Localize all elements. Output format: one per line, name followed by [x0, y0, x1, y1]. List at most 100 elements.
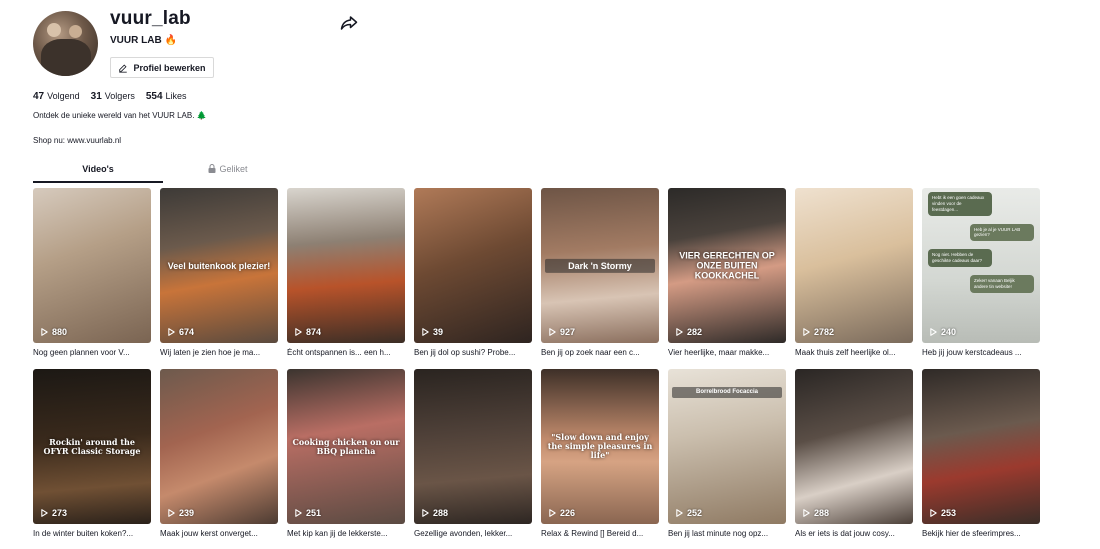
video-card[interactable]: 39 Ben jij dol op sushi? Probe...	[414, 188, 532, 357]
view-count-value: 39	[433, 327, 444, 337]
play-icon	[422, 328, 429, 336]
video-thumbnail[interactable]: 880	[33, 188, 151, 343]
video-caption[interactable]: Maak thuis zelf heerlijke ol...	[795, 348, 913, 357]
play-icon	[803, 328, 810, 336]
profile-nickname: VUUR LAB 🔥	[110, 35, 177, 46]
video-thumbnail[interactable]: Veel buitenkook plezier! 674	[160, 188, 278, 343]
view-count: 239	[168, 508, 194, 518]
video-caption[interactable]: Bekijk hier de sfeerimpres...	[922, 529, 1040, 538]
video-caption[interactable]: Relax & Rewind [] Bereid d...	[541, 529, 659, 538]
video-overlay-text: Rockin' around the OFYR Classic Storage	[43, 436, 141, 456]
followers-stat[interactable]: 31 Volgers	[91, 91, 135, 102]
video-card[interactable]: 288 Gezellige avonden, lekker...	[414, 369, 532, 538]
video-thumbnail[interactable]: 2782	[795, 188, 913, 343]
video-thumbnail[interactable]: Hebt ik een goen cadeaux vinden voor de …	[922, 188, 1040, 343]
chat-bubbles: Hebt ik een goen cadeaux vinden voor de …	[928, 192, 1034, 301]
view-count-value: 927	[560, 327, 576, 337]
view-count-value: 251	[306, 508, 322, 518]
view-count-value: 252	[687, 508, 703, 518]
video-caption[interactable]: Als er iets is dat jouw cosy...	[795, 529, 913, 538]
video-caption[interactable]: Ben jij dol op sushi? Probe...	[414, 348, 532, 357]
video-card[interactable]: 2782 Maak thuis zelf heerlijke ol...	[795, 188, 913, 357]
play-icon	[549, 509, 556, 517]
video-caption[interactable]: Gezellige avonden, lekker...	[414, 529, 532, 538]
view-count-value: 226	[560, 508, 576, 518]
video-caption[interactable]: Ben jij op zoek naar een c...	[541, 348, 659, 357]
edit-profile-button[interactable]: Profiel bewerken	[110, 57, 214, 78]
video-caption[interactable]: Wij laten je zien hoe je ma...	[160, 348, 278, 357]
video-thumbnail[interactable]: Dark 'n Stormy 927	[541, 188, 659, 343]
video-card[interactable]: 239 Maak jouw kerst onverget...	[160, 369, 278, 538]
video-thumbnail[interactable]: 288	[795, 369, 913, 524]
play-icon	[676, 509, 683, 517]
video-overlay-text: Cooking chicken on our BBQ plancha	[292, 436, 400, 456]
likes-stat: 554 Likes	[146, 91, 187, 102]
following-stat[interactable]: 47 Volgend	[33, 91, 80, 102]
video-card[interactable]: 874 Écht ontspannen is... een h...	[287, 188, 405, 357]
profile-tabs: Video's Geliket	[33, 164, 293, 183]
video-card[interactable]: Dark 'n Stormy 927 Ben jij op zoek naar ee…	[541, 188, 659, 357]
video-card[interactable]: 253 Bekijk hier de sfeerimpres...	[922, 369, 1040, 538]
view-count: 874	[295, 327, 321, 337]
profile-stats: 47 Volgend 31 Volgers 554 Likes	[33, 91, 187, 102]
tab-videos[interactable]: Video's	[33, 164, 163, 183]
video-card[interactable]: Hebt ik een goen cadeaux vinden voor de …	[922, 188, 1040, 357]
video-caption[interactable]: Ben jij last minute nog opz...	[668, 529, 786, 538]
video-thumbnail[interactable]: Borrelbrood Focaccia 252	[668, 369, 786, 524]
lock-icon	[208, 164, 216, 173]
video-thumbnail[interactable]: 288	[414, 369, 532, 524]
video-card[interactable]: Borrelbrood Focaccia 252 Ben jij last minu…	[668, 369, 786, 538]
play-icon	[422, 509, 429, 517]
play-icon	[549, 328, 556, 336]
video-caption[interactable]: Maak jouw kerst onverget...	[160, 529, 278, 538]
video-thumbnail[interactable]: Rockin' around the OFYR Classic Storage 2…	[33, 369, 151, 524]
chat-bubble: Hebt ik een goen cadeaux vinden voor de …	[928, 192, 992, 216]
video-card[interactable]: 880 Nog geen plannen voor V...	[33, 188, 151, 357]
video-card[interactable]: "Slow down and enjoy the simple pleasure…	[541, 369, 659, 538]
play-icon	[41, 328, 48, 336]
profile-shop-link[interactable]: Shop nu: www.vuurlab.nl	[33, 136, 121, 145]
play-icon	[295, 509, 302, 517]
video-card[interactable]: VIER GERECHTEN OP ONZE BUITEN KOOKKACHEL…	[668, 188, 786, 357]
video-thumbnail[interactable]: Cooking chicken on our BBQ plancha 251	[287, 369, 405, 524]
play-icon	[295, 328, 302, 336]
video-thumbnail[interactable]: "Slow down and enjoy the simple pleasure…	[541, 369, 659, 524]
video-thumbnail[interactable]: 239	[160, 369, 278, 524]
chat-bubble: Heb je al je VUUR LAB gezien?	[970, 223, 1034, 242]
play-icon	[168, 328, 175, 336]
view-count: 226	[549, 508, 575, 518]
view-count: 880	[41, 327, 67, 337]
view-count-value: 2782	[814, 327, 835, 337]
profile-avatar[interactable]	[33, 11, 98, 76]
video-thumbnail[interactable]: 874	[287, 188, 405, 343]
video-caption[interactable]: In de winter buiten koken?...	[33, 529, 151, 538]
video-caption[interactable]: Écht ontspannen is... een h...	[287, 348, 405, 357]
video-caption[interactable]: Vier heerlijke, maar makke...	[668, 348, 786, 357]
view-count-value: 253	[941, 508, 957, 518]
view-count-value: 880	[52, 327, 68, 337]
edit-profile-label: Profiel bewerken	[133, 62, 206, 73]
video-card[interactable]: 288 Als er iets is dat jouw cosy...	[795, 369, 913, 538]
video-caption[interactable]: Met kip kan jij de lekkerste...	[287, 529, 405, 538]
followers-label: Volgers	[104, 91, 135, 101]
share-icon[interactable]	[340, 14, 358, 32]
view-count: 240	[930, 327, 956, 337]
video-caption[interactable]: Nog geen plannen voor V...	[33, 348, 151, 357]
view-count-value: 239	[179, 508, 195, 518]
avatar-face-right	[69, 25, 82, 38]
chat-bubble: Zeker! vanaan Beljik andere tin website!	[970, 274, 1034, 293]
video-caption[interactable]: Heb jij jouw kerstcadeaus ...	[922, 348, 1040, 357]
tab-liked[interactable]: Geliket	[163, 164, 293, 183]
video-overlay-text: Borrelbrood Focaccia	[672, 387, 782, 398]
video-thumbnail[interactable]: VIER GERECHTEN OP ONZE BUITEN KOOKKACHEL…	[668, 188, 786, 343]
play-icon	[930, 509, 937, 517]
edit-icon	[119, 63, 128, 73]
video-card[interactable]: Cooking chicken on our BBQ plancha 251 Met…	[287, 369, 405, 538]
video-grid: 880 Nog geen plannen voor V... Veel buiten…	[33, 188, 1040, 538]
view-count: 282	[676, 327, 702, 337]
video-card[interactable]: Veel buitenkook plezier! 674 Wij laten je …	[160, 188, 278, 357]
video-card[interactable]: Rockin' around the OFYR Classic Storage 2…	[33, 369, 151, 538]
likes-count: 554	[145, 91, 163, 102]
video-thumbnail[interactable]: 253	[922, 369, 1040, 524]
video-thumbnail[interactable]: 39	[414, 188, 532, 343]
